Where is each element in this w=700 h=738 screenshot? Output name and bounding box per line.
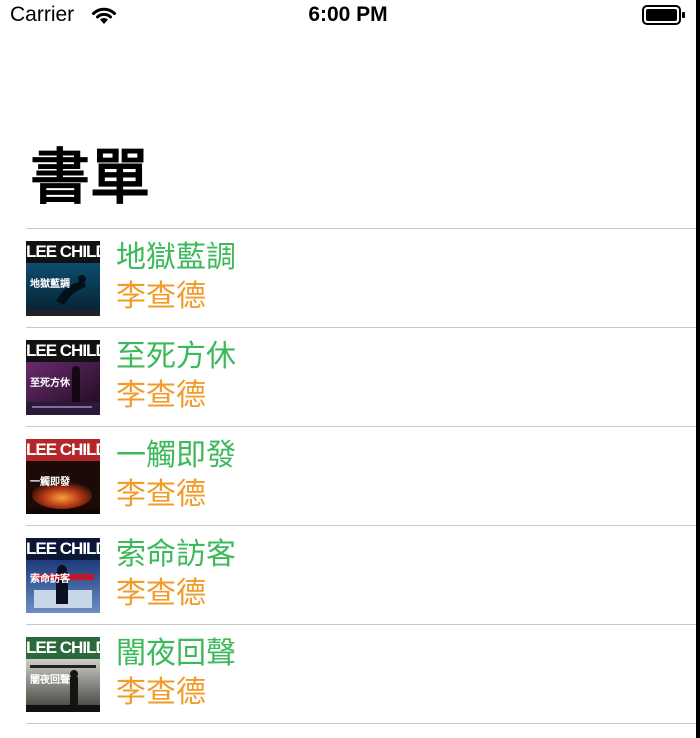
cover-title: 至死方休	[30, 378, 70, 389]
book-row[interactable]: LEE CHILD 至死方休 至死方休 李查德	[26, 328, 696, 427]
book-cover-image: LEE CHILD 至死方休	[26, 340, 100, 415]
book-row[interactable]: LEE CHILD 地獄藍調 地獄藍調 李查德	[26, 229, 696, 328]
book-author: 李查德	[116, 378, 206, 413]
book-title: 一觸即發	[116, 438, 236, 473]
status-bar: Carrier 6:00 PM	[0, 0, 696, 32]
cover-title: 索命訪客	[30, 574, 70, 585]
book-cover-image: LEE CHILD 地獄藍調	[26, 241, 100, 316]
clock: 6:00 PM	[308, 3, 388, 26]
cover-brand: LEE CHILD	[26, 440, 100, 459]
book-cover-image: LEE CHILD 一觸即發	[26, 439, 100, 514]
cover-art	[26, 560, 100, 613]
book-row[interactable]: LEE CHILD 闇夜回聲 闇夜回聲 李查德	[26, 625, 696, 724]
book-row[interactable]: LEE CHILD 一觸即發 一觸即發 李查德	[26, 427, 696, 526]
book-title: 地獄藍調	[116, 240, 236, 275]
book-cover-image: LEE CHILD 索命訪客	[26, 538, 100, 613]
page-title: 書單	[30, 143, 150, 213]
book-author: 李查德	[116, 576, 206, 611]
book-author: 李查德	[116, 279, 206, 314]
cover-brand: LEE CHILD	[26, 539, 100, 558]
book-author: 李查德	[116, 675, 206, 710]
cover-title: 地獄藍調	[30, 279, 70, 290]
book-cover-image: LEE CHILD 闇夜回聲	[26, 637, 100, 712]
book-author: 李查德	[116, 477, 206, 512]
book-title: 索命訪客	[116, 537, 236, 572]
battery-full-icon	[642, 5, 685, 25]
book-list: LEE CHILD 地獄藍調 地獄藍調 李查德 LEE CHILD 至死方休 至…	[0, 229, 696, 724]
cover-brand: LEE CHILD	[26, 638, 100, 657]
app-screen: Carrier 6:00 PM 書單 LEE CHILD 地獄藍調 地獄藍調 李…	[0, 0, 700, 738]
cover-brand: LEE CHILD	[26, 341, 100, 360]
screen-edge	[696, 0, 700, 738]
book-title: 至死方休	[116, 339, 236, 374]
book-title: 闇夜回聲	[116, 636, 236, 671]
book-row[interactable]: LEE CHILD 索命訪客 索命訪客 李查德	[26, 526, 696, 625]
cover-brand: LEE CHILD	[26, 242, 100, 261]
cover-title: 一觸即發	[30, 477, 70, 488]
cover-title: 闇夜回聲	[30, 675, 70, 686]
